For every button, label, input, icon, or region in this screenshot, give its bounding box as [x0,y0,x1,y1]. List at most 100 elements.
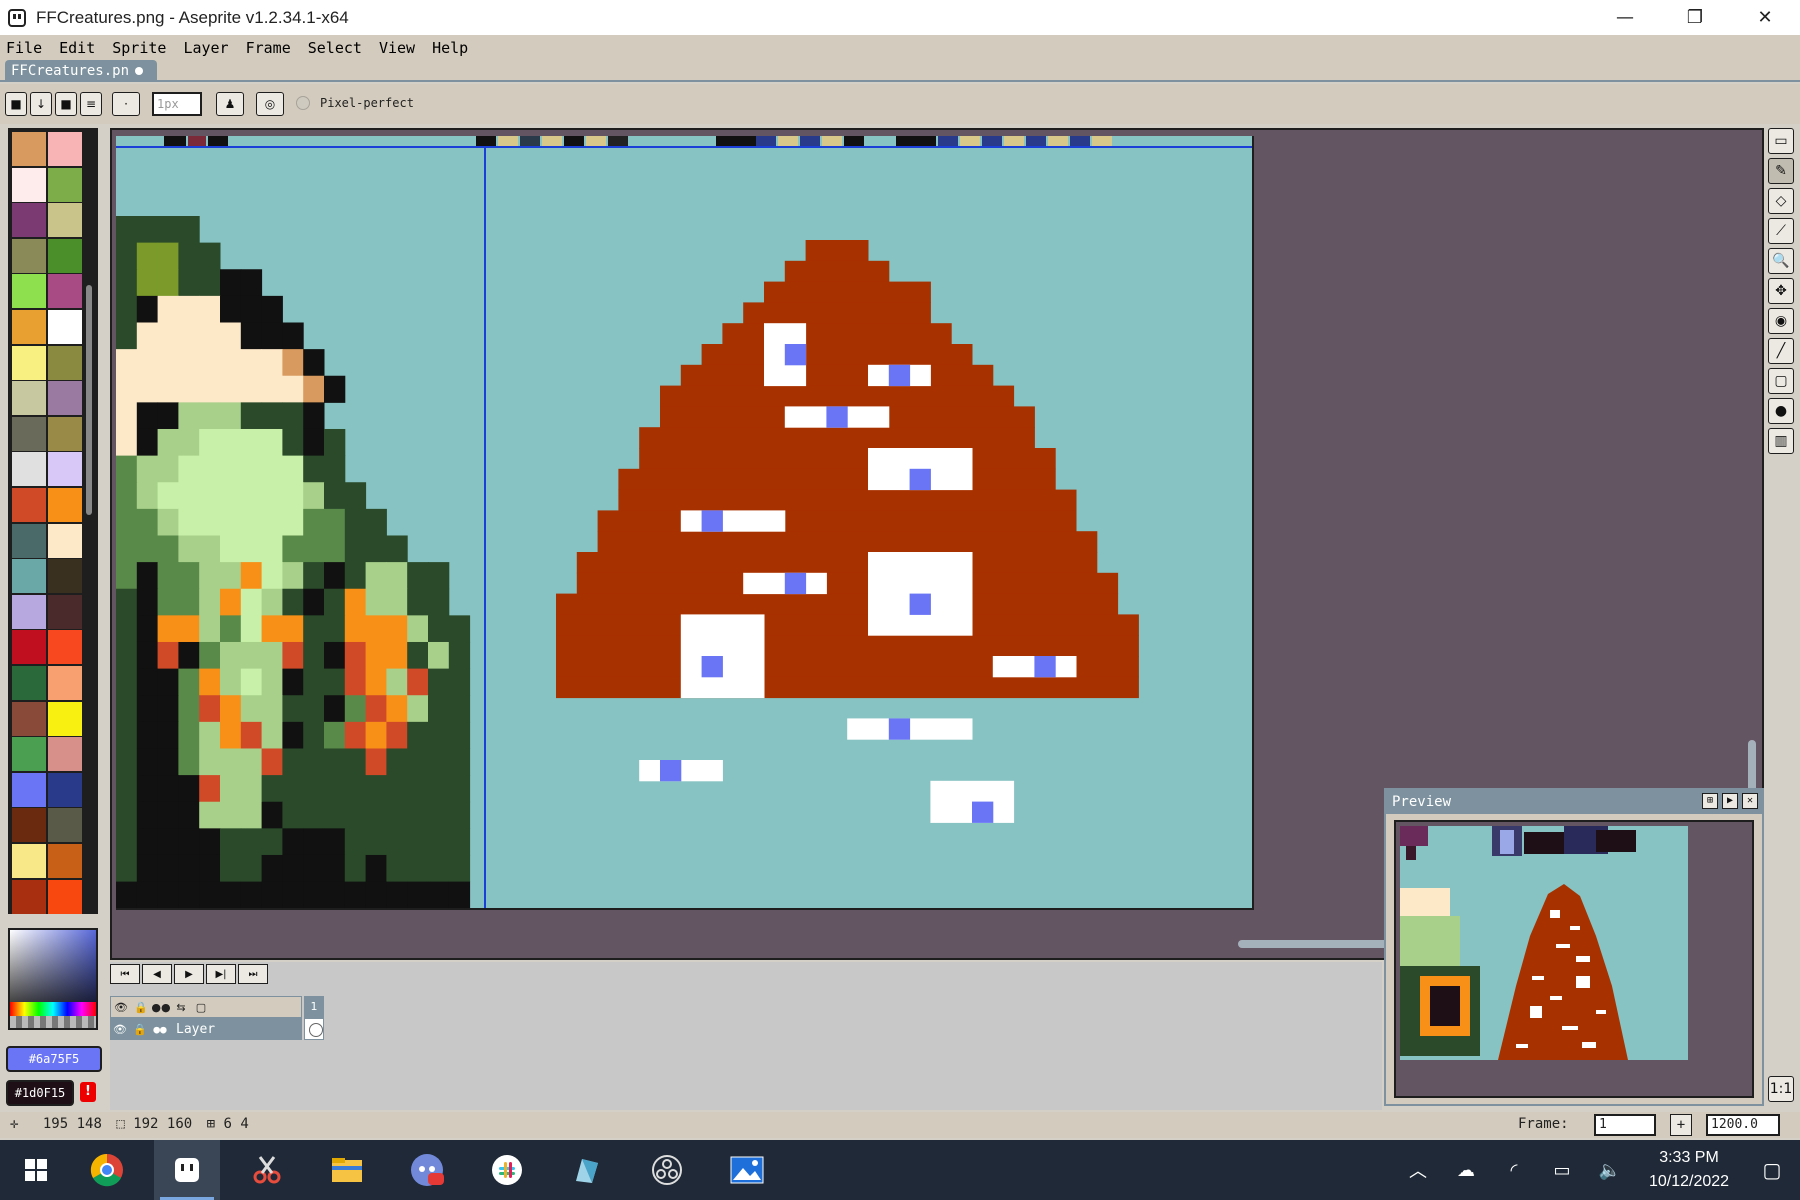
snipping-tool-icon[interactable] [234,1140,300,1200]
palette-swatch[interactable] [48,274,82,309]
frames-icon[interactable]: ▢ [191,1001,211,1014]
palette-swatch[interactable] [48,772,82,807]
palette-swatch[interactable] [48,879,82,914]
photos-icon[interactable] [714,1140,780,1200]
palette-swatch[interactable] [48,203,82,238]
square-brush-icon[interactable]: ■ [55,92,77,116]
palette-swatch[interactable] [12,452,46,487]
eyedropper-tool-icon[interactable]: ⟋ [1768,218,1794,244]
menu-sprite[interactable]: Sprite [112,39,166,57]
lock-icon[interactable]: ■ [5,92,27,116]
palette-swatch[interactable] [48,666,82,700]
link-icon[interactable]: ⇆ [171,1001,191,1014]
palette-swatch[interactable] [48,167,82,202]
chevron-up-icon[interactable]: ︿ [1394,1157,1442,1183]
start-button[interactable] [12,1140,60,1200]
visibility-icon[interactable]: 👁 [110,1023,130,1036]
obs-icon[interactable] [634,1140,700,1200]
layer-lock-icon[interactable]: 🔒 [130,1023,150,1036]
palette-swatch[interactable] [12,167,46,202]
rectangle-tool-icon[interactable]: ▢ [1768,368,1794,394]
menu-select[interactable]: Select [308,39,362,57]
eraser-tool-icon[interactable]: ◇ [1768,188,1794,214]
play-button[interactable]: ▶ [174,964,204,984]
slack-icon[interactable] [474,1140,540,1200]
palette-swatch[interactable] [48,452,82,487]
prism-icon[interactable] [554,1140,620,1200]
preview-center-icon[interactable]: ⊞ [1702,793,1718,809]
palette-swatch[interactable] [12,132,46,166]
close-button[interactable]: ✕ [1730,0,1800,35]
wifi-icon[interactable]: ◜ [1490,1160,1538,1181]
palette-swatch[interactable] [12,594,46,629]
brush-preview-icon[interactable]: · [112,92,140,116]
palette-swatch[interactable] [12,381,46,416]
menu-frame[interactable]: Frame [246,39,291,57]
palette-swatch[interactable] [12,666,46,700]
palette-swatch[interactable] [48,345,82,380]
palette-swatch[interactable] [12,310,46,344]
clock[interactable]: 3:33 PM 10/12/2022 [1634,1146,1744,1194]
palette-swatch[interactable] [12,701,46,736]
menu-view[interactable]: View [379,39,415,57]
one-to-one-icon[interactable]: 1:1 [1768,1076,1794,1102]
battery-icon[interactable]: ▭ [1538,1160,1586,1181]
frame-header-1[interactable]: 1 [304,996,324,1018]
palette-swatch[interactable] [48,488,82,522]
onedrive-cloud-icon[interactable]: ☁ [1442,1160,1490,1181]
layer-row[interactable]: 👁 🔒 ●● Layer [110,1018,302,1040]
eye-icon[interactable]: 👁 [111,1001,131,1014]
palette-swatch[interactable] [48,808,82,843]
discord-icon[interactable] [394,1140,460,1200]
hue-slider[interactable] [10,1002,96,1016]
palette-swatch[interactable] [12,274,46,309]
palette-swatch[interactable] [48,630,82,665]
palette-swatch[interactable] [12,879,46,914]
palette-swatch[interactable] [12,559,46,594]
menu-edit[interactable]: Edit [59,39,95,57]
move-tool-icon[interactable]: ✥ [1768,278,1794,304]
line-tool-icon[interactable]: ╱ [1768,338,1794,364]
palette-swatch[interactable] [48,701,82,736]
palette-swatch[interactable] [12,488,46,522]
paint-bucket-tool-icon[interactable]: ◉ [1768,308,1794,334]
minimize-button[interactable]: — [1590,0,1660,35]
palette-scrollbar[interactable] [86,285,92,515]
foreground-color-button[interactable]: #6a75F5 [6,1046,102,1072]
layer-continuous-icon[interactable]: ●● [150,1023,170,1036]
palette-swatch[interactable] [12,630,46,665]
prev-frame-button[interactable]: ◀ [142,964,172,984]
last-frame-button[interactable]: ⏭ [238,964,268,984]
menu-layer[interactable]: Layer [183,39,228,57]
alpha-slider[interactable] [10,1016,96,1028]
palette-swatch[interactable] [48,416,82,451]
cel-frame-1[interactable] [304,1018,324,1040]
brush-size-input[interactable]: 1px [152,92,202,116]
menu-help[interactable]: Help [432,39,468,57]
contour-tool-icon[interactable]: ● [1768,398,1794,424]
continuous-icon[interactable]: ●● [151,1001,171,1014]
frame-input[interactable]: 1 [1594,1114,1656,1136]
brush-menu-icon[interactable]: ≡ [80,92,102,116]
opacity-icon[interactable]: ◎ [256,92,284,116]
tab-ffcreatures[interactable]: FFCreatures.pn [5,60,157,82]
palette-swatch[interactable] [48,559,82,594]
marquee-tool-icon[interactable]: ▭ [1768,128,1794,154]
palette-swatch[interactable] [48,594,82,629]
new-frame-button[interactable]: + [1670,1114,1692,1136]
palette-swatch[interactable] [12,772,46,807]
palette-swatch[interactable] [12,523,46,558]
palette-swatch[interactable] [48,737,82,772]
restore-button[interactable]: ❐ [1660,0,1730,35]
preview-area[interactable] [1394,820,1754,1098]
zoom-input[interactable]: 1200.0 [1706,1114,1780,1136]
palette-swatch[interactable] [48,523,82,558]
palette-swatch[interactable] [48,238,82,273]
warning-icon[interactable]: ! [80,1082,96,1102]
palette-swatch[interactable] [12,737,46,772]
preview-play-icon[interactable]: ▶ [1722,793,1738,809]
palette-swatch[interactable] [12,844,46,878]
file-explorer-icon[interactable] [314,1140,380,1200]
notifications-icon[interactable]: ▢ [1744,1158,1800,1182]
palette-swatch[interactable] [12,203,46,238]
